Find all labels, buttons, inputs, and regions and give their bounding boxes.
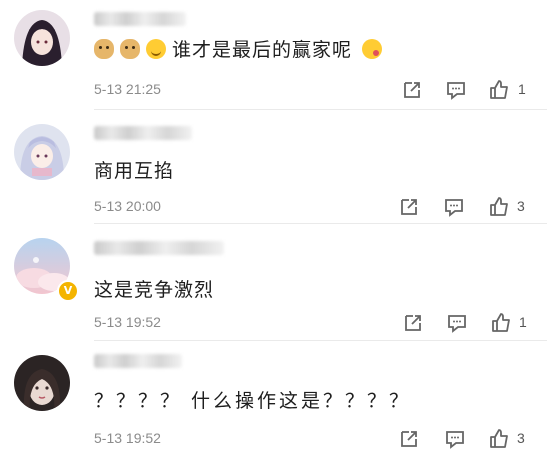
comment-text: 商用互掐	[94, 160, 175, 182]
like-count: 3	[517, 430, 525, 446]
username-blurred[interactable]	[94, 12, 186, 26]
username-blurred[interactable]	[94, 126, 192, 140]
comment-item: V 这是竞争激烈 5-13 19:52 1	[0, 224, 547, 341]
comment-time: 5-13 20:00	[94, 198, 161, 214]
share-icon	[401, 431, 417, 447]
like-button[interactable]	[488, 79, 510, 101]
share-icon	[405, 315, 421, 331]
avatar[interactable]	[14, 10, 70, 66]
avatar[interactable]	[14, 124, 70, 180]
comment-item: 谁才是最后的赢家呢 5-13 21:25 1	[0, 0, 547, 110]
username-blurred[interactable]	[94, 241, 224, 255]
comment-text: ？？？？ 什么操作这是？？？？	[94, 390, 412, 412]
share-icon	[401, 199, 417, 215]
like-count: 3	[517, 198, 525, 214]
comment-icon	[445, 199, 463, 217]
comment-item: ？？？？ 什么操作这是？？？？ 5-13 19:52 3	[0, 341, 547, 459]
comment-text: 这是竞争激烈	[94, 279, 215, 301]
yum-emoji	[362, 39, 383, 59]
like-button[interactable]	[488, 196, 510, 218]
comment-time: 5-13 21:25	[94, 81, 161, 97]
thumbs-up-icon	[490, 197, 508, 216]
username-blurred[interactable]	[94, 354, 182, 368]
share-button[interactable]	[398, 428, 420, 450]
verified-badge: V	[57, 280, 79, 302]
thumbs-up-icon	[492, 313, 510, 332]
reply-button[interactable]	[444, 428, 466, 450]
share-button[interactable]	[398, 196, 420, 218]
dog-emoji	[120, 39, 140, 59]
comment-icon	[447, 82, 465, 100]
comment-time: 5-13 19:52	[94, 314, 161, 330]
like-count: 1	[519, 314, 527, 330]
comment-icon	[448, 315, 466, 333]
comment-icon	[446, 431, 464, 449]
dog-emoji	[94, 39, 114, 59]
reply-button[interactable]	[446, 312, 468, 334]
like-count: 1	[518, 81, 526, 97]
thumbs-up-icon	[490, 429, 508, 448]
smile-emoji	[146, 39, 166, 59]
comment-text: 谁才是最后的赢家呢	[94, 35, 388, 62]
comment-body: 谁才是最后的赢家呢	[172, 39, 353, 61]
share-icon	[404, 82, 420, 98]
avatar[interactable]	[14, 355, 70, 411]
share-button[interactable]	[402, 312, 424, 334]
comment-item: 商用互掐 5-13 20:00 3	[0, 110, 547, 224]
like-button[interactable]	[490, 312, 512, 334]
reply-button[interactable]	[443, 196, 465, 218]
like-button[interactable]	[488, 428, 510, 450]
thumbs-up-icon	[490, 80, 508, 99]
share-button[interactable]	[401, 79, 423, 101]
reply-button[interactable]	[445, 79, 467, 101]
comment-time: 5-13 19:52	[94, 430, 161, 446]
